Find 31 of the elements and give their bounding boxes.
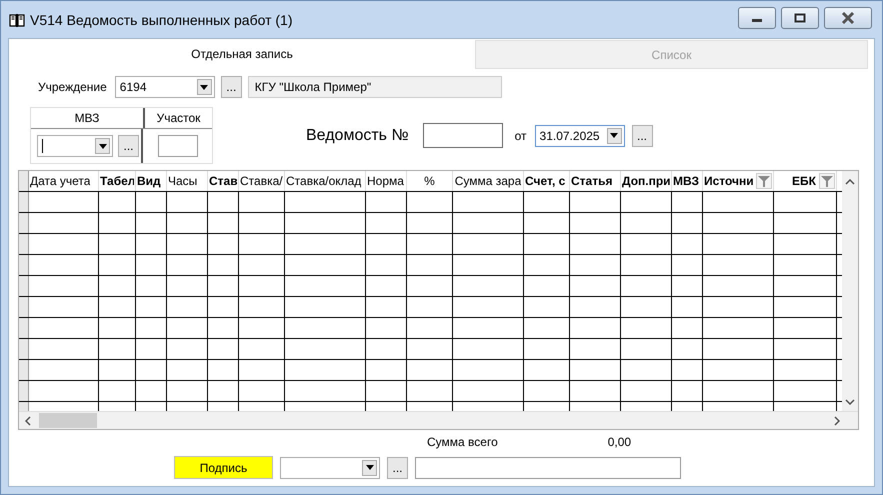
column-header[interactable]: Часы	[168, 174, 198, 188]
column-header[interactable]: МВЗ	[673, 174, 700, 188]
browse-button[interactable]: ...	[632, 124, 653, 146]
date-label: от	[514, 128, 527, 142]
column-header[interactable]: Став	[209, 174, 237, 188]
column-header[interactable]: %	[424, 174, 435, 188]
column-header[interactable]: Счет, с	[525, 174, 566, 188]
column-header[interactable]: Ставка/	[240, 174, 283, 188]
column-header[interactable]: Вид	[137, 174, 161, 188]
institution-combo[interactable]: 6194	[114, 76, 215, 98]
column-header[interactable]: Доп.при	[622, 174, 670, 188]
total-label: Сумма всего	[427, 435, 498, 449]
sign-button[interactable]: Подпись	[174, 456, 273, 479]
browse-button[interactable]: ...	[118, 135, 139, 157]
browse-button[interactable]: ...	[220, 76, 242, 98]
browse-button[interactable]: ...	[387, 456, 408, 478]
column-header[interactable]: Сумма зара	[454, 174, 522, 188]
column-header[interactable]: ЕБК	[792, 174, 816, 188]
column-header[interactable]: Ставка/оклад	[286, 174, 362, 188]
site-header: Участок	[156, 111, 202, 125]
column-header[interactable]: Источни	[704, 174, 753, 188]
column-header[interactable]: Дата учета	[30, 174, 90, 188]
statement-number-label: Ведомость №	[306, 126, 409, 144]
column-header[interactable]: Норма	[367, 174, 404, 188]
window-title: V514 Ведомость выполненных работ (1)	[30, 12, 293, 28]
column-header[interactable]: Статья	[571, 174, 612, 188]
mvz-header: МВЗ	[31, 108, 145, 128]
total-value: 0,00	[608, 435, 632, 449]
institution-label: Учреждение	[38, 80, 107, 94]
institution-name-field[interactable]: КГУ "Школа Пример"	[248, 76, 502, 98]
date-combo[interactable]: 31.07.2025	[534, 124, 625, 146]
